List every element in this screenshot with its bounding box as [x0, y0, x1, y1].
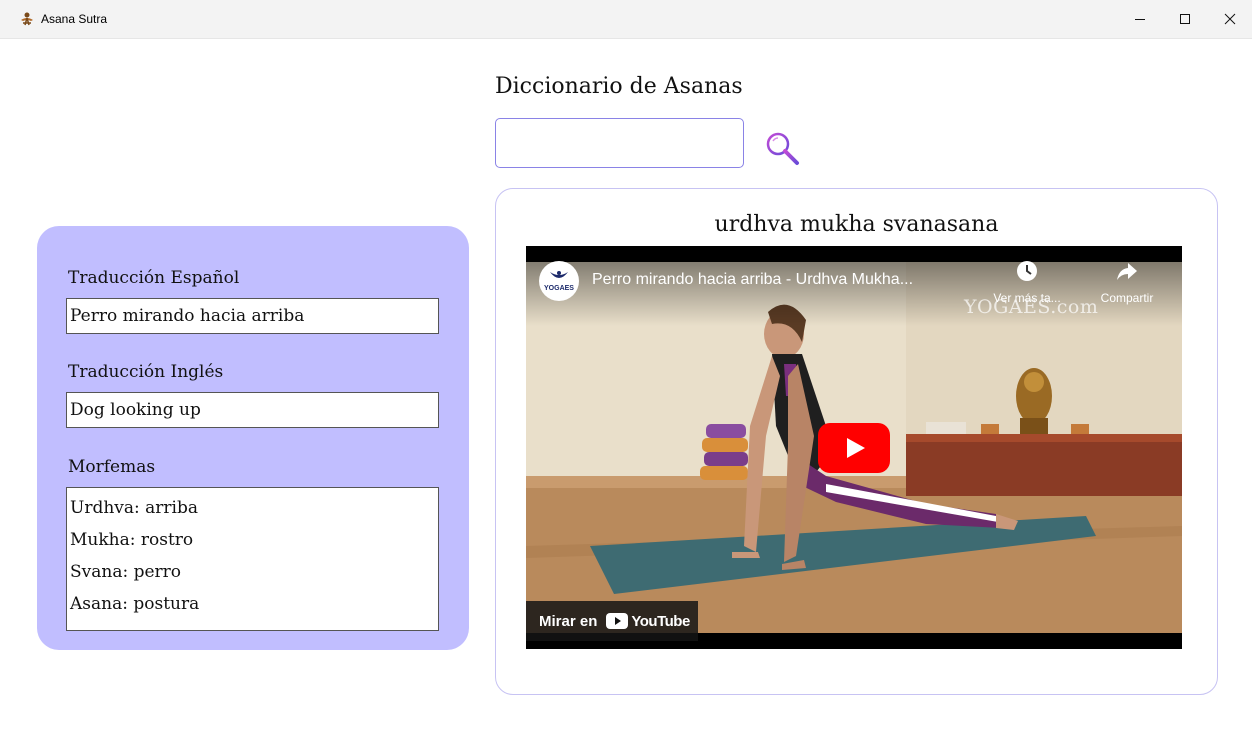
- share-label: Compartir: [1100, 291, 1154, 305]
- morphemes-label: Morfemas: [68, 457, 156, 477]
- close-icon: [1224, 13, 1236, 25]
- close-button[interactable]: [1207, 0, 1252, 38]
- channel-logo[interactable]: YOGAES: [539, 261, 579, 301]
- watch-later-label: Ver más ta...: [993, 291, 1061, 305]
- search-button[interactable]: [762, 128, 802, 168]
- window-title: Asana Sutra: [41, 12, 108, 26]
- youtube-play-icon: [606, 613, 629, 629]
- share-icon: [1117, 263, 1137, 280]
- app-icon: [21, 12, 33, 26]
- maximize-button[interactable]: [1162, 0, 1208, 38]
- morpheme-line: Mukha: rostro: [70, 530, 194, 550]
- magnifier-icon: [766, 132, 799, 165]
- asana-name-heading: urdhva mukha svanasana: [714, 212, 999, 237]
- minimize-icon: [1135, 19, 1145, 20]
- maximize-icon: [1180, 14, 1190, 24]
- watch-later-button[interactable]: Ver más ta...: [982, 260, 1072, 305]
- morpheme-line: Urdhva: arriba: [70, 498, 198, 518]
- morpheme-line: Asana: postura: [70, 594, 200, 614]
- morpheme-line: Svana: perro: [70, 562, 182, 582]
- video-player[interactable]: YOGAES Perro mirando hacia arriba - Urdh…: [526, 246, 1182, 649]
- morphemes-field[interactable]: Urdhva: arriba Mukha: rostro Svana: perr…: [66, 487, 439, 631]
- clock-icon: [1017, 261, 1037, 281]
- watch-on-label: Mirar en: [539, 612, 598, 630]
- title-bar: Asana Sutra: [0, 0, 1252, 39]
- watch-on-youtube-button[interactable]: Mirar en YouTube: [526, 601, 698, 641]
- video-title[interactable]: Perro mirando hacia arriba - Urdhva Mukh…: [592, 271, 913, 289]
- english-translation-label: Traducción Inglés: [68, 362, 224, 382]
- spanish-translation-label: Traducción Español: [68, 268, 240, 288]
- english-translation-field[interactable]: Dog looking up: [66, 392, 439, 428]
- youtube-logo: YouTube: [606, 612, 690, 630]
- share-button[interactable]: Compartir: [1090, 260, 1164, 305]
- channel-logo-icon: [550, 271, 568, 278]
- spanish-translation-field[interactable]: Perro mirando hacia arriba: [66, 298, 439, 334]
- youtube-brand-text: YouTube: [631, 612, 690, 630]
- minimize-button[interactable]: [1117, 0, 1163, 38]
- channel-logo-text: YOGAES: [544, 285, 574, 292]
- play-icon[interactable]: [818, 423, 890, 473]
- search-input[interactable]: [495, 118, 744, 168]
- dictionary-heading: Diccionario de Asanas: [495, 74, 743, 99]
